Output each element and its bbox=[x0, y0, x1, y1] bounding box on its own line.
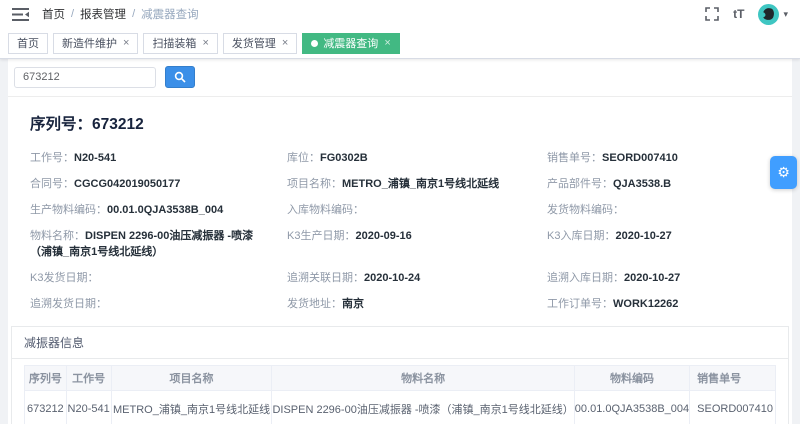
fullscreen-icon[interactable] bbox=[705, 7, 719, 21]
active-dot bbox=[311, 40, 318, 47]
cell-material-code: 00.01.0QJA3538B_004 bbox=[574, 390, 689, 424]
tab-label: 新造件维护 bbox=[62, 35, 117, 51]
navbar-right-tools: tT ▾ bbox=[705, 4, 788, 25]
search-bar bbox=[8, 59, 792, 97]
search-icon bbox=[174, 71, 186, 83]
field-trace-inbound-date: 追溯入库日期：2020-10-27 bbox=[547, 271, 792, 287]
cell-serial-no: 673212 bbox=[25, 390, 67, 424]
cell-work-no: N20-541 bbox=[66, 390, 111, 424]
field-k3-ship-date: K3发货日期： bbox=[30, 271, 287, 287]
breadcrumb-current: 减震器查询 bbox=[141, 6, 199, 22]
search-button[interactable] bbox=[165, 66, 195, 88]
tab-new-part-maintain[interactable]: 新造件维护 × bbox=[53, 33, 138, 54]
breadcrumb-home[interactable]: 首页 bbox=[42, 6, 65, 22]
tab-label: 减震器查询 bbox=[323, 35, 378, 51]
table-row[interactable]: 673212 N20-541 METRO_浦镇_南京1号线北延线 DISPEN … bbox=[25, 390, 776, 424]
tab-home[interactable]: 首页 bbox=[8, 33, 48, 54]
field-inbound-material-code: 入库物料编码： bbox=[287, 203, 547, 219]
avatar[interactable] bbox=[758, 4, 779, 25]
tab-shipping-mgmt[interactable]: 发货管理 × bbox=[223, 33, 297, 54]
damper-table: 序列号 工作号 项目名称 物料名称 物料编码 销售单号 673212 N20-5… bbox=[24, 365, 776, 424]
field-prod-material-code: 生产物料编码：00.01.0QJA3538B_004 bbox=[30, 203, 287, 219]
breadcrumb-separator: / bbox=[71, 8, 74, 20]
close-icon[interactable]: × bbox=[202, 38, 208, 49]
tab-label: 首页 bbox=[17, 35, 39, 51]
avatar-figure bbox=[762, 6, 776, 21]
damper-table-viewport: 序列号 工作号 项目名称 物料名称 物料编码 销售单号 673212 N20-5… bbox=[24, 365, 776, 424]
page-title: 序列号：673212 bbox=[8, 97, 792, 138]
field-ship-address: 发货地址：南京 bbox=[287, 297, 547, 313]
col-sales-order[interactable]: 销售单号 bbox=[690, 365, 776, 390]
table-header-row: 序列号 工作号 项目名称 物料名称 物料编码 销售单号 bbox=[25, 365, 776, 390]
tab-damper-query[interactable]: 减震器查询 × bbox=[302, 33, 399, 54]
gear-icon: ⚙ bbox=[777, 166, 790, 180]
caret-down-icon: ▾ bbox=[783, 9, 788, 20]
close-icon[interactable]: × bbox=[282, 38, 288, 49]
field-product-part-no: 产品部件号：QJA3538.B bbox=[547, 177, 792, 193]
field-stock-location: 库位：FG0302B bbox=[287, 151, 547, 167]
field-project-name: 项目名称：METRO_浦镇_南京1号线北延线 bbox=[287, 177, 547, 193]
field-contract-no: 合同号：CGCG042019050177 bbox=[30, 177, 287, 193]
col-serial-no[interactable]: 序列号 bbox=[25, 365, 67, 390]
user-menu[interactable]: ▾ bbox=[758, 4, 788, 25]
tags-view-bar: 首页 新造件维护 × 扫描装箱 × 发货管理 × 减震器查询 × bbox=[0, 28, 800, 59]
col-project-name[interactable]: 项目名称 bbox=[111, 365, 272, 390]
col-work-no[interactable]: 工作号 bbox=[66, 365, 111, 390]
cell-project-name: METRO_浦镇_南京1号线北延线 bbox=[111, 390, 272, 424]
tab-label: 扫描装箱 bbox=[152, 35, 196, 51]
top-navbar: 首页 / 报表管理 / 减震器查询 tT ▾ bbox=[0, 0, 800, 28]
field-trace-link-date: 追溯关联日期：2020-10-24 bbox=[287, 271, 547, 287]
section-title: 减振器信息 bbox=[12, 327, 788, 359]
field-work-order-no: 工作订单号：WORK12262 bbox=[547, 297, 792, 313]
field-material-name: 物料名称：DISPEN 2296-00油压减振器 -喷漆（浦镇_南京1号线北延线… bbox=[30, 229, 287, 261]
breadcrumb: 首页 / 报表管理 / 减震器查询 bbox=[42, 6, 199, 22]
close-icon[interactable]: × bbox=[123, 38, 129, 49]
breadcrumb-separator: / bbox=[132, 8, 135, 20]
font-size-icon[interactable]: tT bbox=[733, 7, 744, 21]
serial-search-input[interactable] bbox=[14, 67, 156, 88]
field-k3-inbound-date: K3入库日期：2020-10-27 bbox=[547, 229, 792, 261]
field-sales-order: 销售单号：SEORD007410 bbox=[547, 151, 792, 167]
cell-material-name: DISPEN 2296-00油压减振器 -喷漆（浦镇_南京1号线北延线） bbox=[272, 390, 574, 424]
field-k3-prod-date: K3生产日期：2020-09-16 bbox=[287, 229, 547, 261]
field-work-no: 工作号：N20-541 bbox=[30, 151, 287, 167]
cell-sales-order: SEORD007410 bbox=[690, 390, 776, 424]
main-content-card: 序列号：673212 工作号：N20-541 库位：FG0302B 销售单号：S… bbox=[8, 59, 792, 424]
settings-button[interactable]: ⚙ bbox=[770, 156, 797, 189]
field-trace-ship-date: 追溯发货日期： bbox=[30, 297, 287, 313]
close-icon[interactable]: × bbox=[384, 38, 390, 49]
col-material-name[interactable]: 物料名称 bbox=[272, 365, 574, 390]
field-ship-material-code: 发货物料编码： bbox=[547, 203, 792, 219]
sidebar-toggle-icon[interactable] bbox=[12, 6, 30, 22]
breadcrumb-report-mgmt[interactable]: 报表管理 bbox=[80, 6, 126, 22]
tab-label: 发货管理 bbox=[232, 35, 276, 51]
detail-form: 工作号：N20-541 库位：FG0302B 销售单号：SEORD007410 … bbox=[8, 138, 792, 322]
col-material-code[interactable]: 物料编码 bbox=[574, 365, 689, 390]
tab-scan-packing[interactable]: 扫描装箱 × bbox=[143, 33, 217, 54]
damper-info-section: 减振器信息 序列号 工作号 项目名称 物料名称 物料编码 销售单号 673212 bbox=[11, 326, 789, 424]
